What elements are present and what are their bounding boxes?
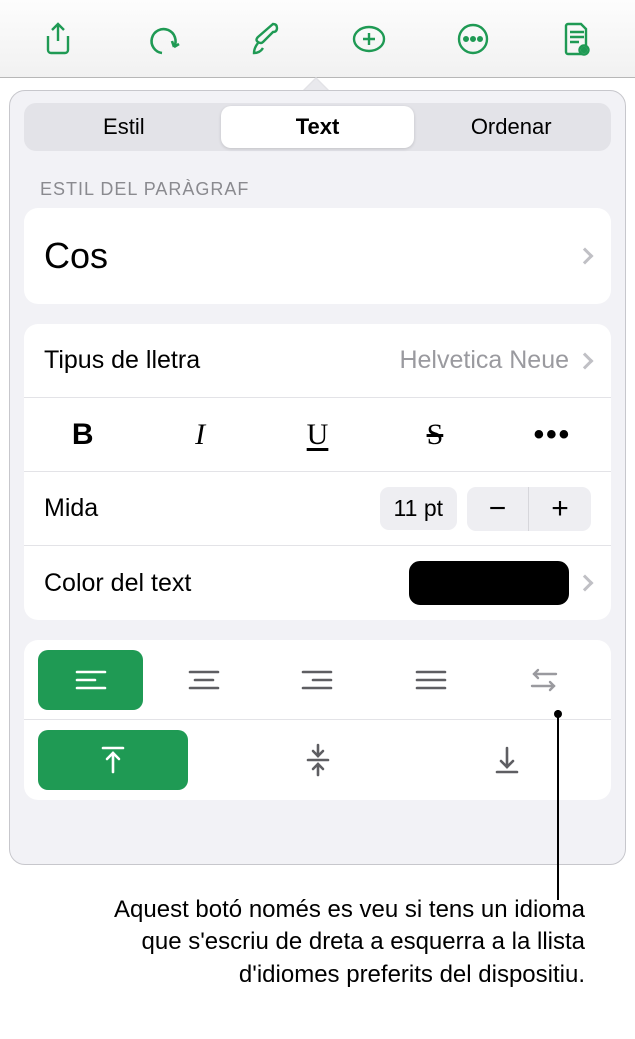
text-direction-rtl-button[interactable]: [488, 666, 601, 694]
tab-style[interactable]: Estil: [27, 106, 221, 148]
document-view-icon[interactable]: [549, 11, 605, 67]
format-popover: Estil Text Ordenar ESTIL DEL PARÀGRAF Co…: [9, 90, 626, 865]
callout-caption: Aquest botó només es veu si tens un idio…: [70, 894, 585, 991]
horizontal-align-row: [24, 640, 611, 720]
share-icon[interactable]: [30, 11, 86, 67]
more-text-options-button[interactable]: •••: [494, 418, 611, 452]
text-color-label: Color del text: [44, 569, 191, 598]
align-justify-button[interactable]: [374, 668, 487, 692]
paragraph-style-row[interactable]: Cos: [24, 208, 611, 304]
insert-icon[interactable]: [341, 11, 397, 67]
font-size-value[interactable]: 11 pt: [380, 487, 457, 530]
font-row[interactable]: Tipus de lletra Helvetica Neue: [24, 324, 611, 398]
tab-text[interactable]: Text: [221, 106, 415, 148]
popover-arrow-icon: [302, 77, 330, 91]
text-style-group: B I U S •••: [24, 398, 611, 472]
font-size-row: Mida 11 pt − +: [24, 472, 611, 546]
app-toolbar: [0, 0, 635, 78]
font-size-stepper: − +: [467, 487, 591, 531]
text-color-swatch[interactable]: [409, 561, 569, 605]
tab-arrange[interactable]: Ordenar: [414, 106, 608, 148]
chevron-right-icon: [577, 575, 594, 592]
alignment-card: [24, 640, 611, 800]
bold-button[interactable]: B: [24, 418, 141, 452]
valign-bottom-button[interactable]: [412, 744, 601, 776]
undo-icon[interactable]: [134, 11, 190, 67]
italic-button[interactable]: I: [141, 418, 258, 452]
chevron-right-icon: [577, 248, 594, 265]
strikethrough-button[interactable]: S: [376, 418, 493, 452]
text-color-row[interactable]: Color del text: [24, 546, 611, 620]
format-tabs: Estil Text Ordenar: [24, 103, 611, 151]
font-card: Tipus de lletra Helvetica Neue B I U S •…: [24, 324, 611, 620]
valign-middle-button[interactable]: [223, 743, 412, 777]
align-left-button[interactable]: [38, 650, 143, 710]
increase-size-button[interactable]: +: [529, 487, 591, 531]
font-size-label: Mida: [44, 494, 98, 523]
valign-top-button[interactable]: [38, 730, 188, 790]
align-center-button[interactable]: [147, 668, 260, 692]
format-brush-icon[interactable]: [238, 11, 294, 67]
font-label: Tipus de lletra: [44, 346, 200, 375]
paragraph-style-section-label: ESTIL DEL PARÀGRAF: [40, 179, 595, 200]
paragraph-style-value: Cos: [44, 235, 108, 277]
underline-button[interactable]: U: [259, 418, 376, 452]
callout-leader-line: [557, 710, 559, 900]
chevron-right-icon: [577, 352, 594, 369]
font-value: Helvetica Neue: [399, 346, 569, 375]
paragraph-style-card: Cos: [24, 208, 611, 304]
decrease-size-button[interactable]: −: [467, 487, 529, 531]
align-right-button[interactable]: [261, 668, 374, 692]
vertical-align-row: [24, 720, 611, 800]
more-icon[interactable]: [445, 11, 501, 67]
